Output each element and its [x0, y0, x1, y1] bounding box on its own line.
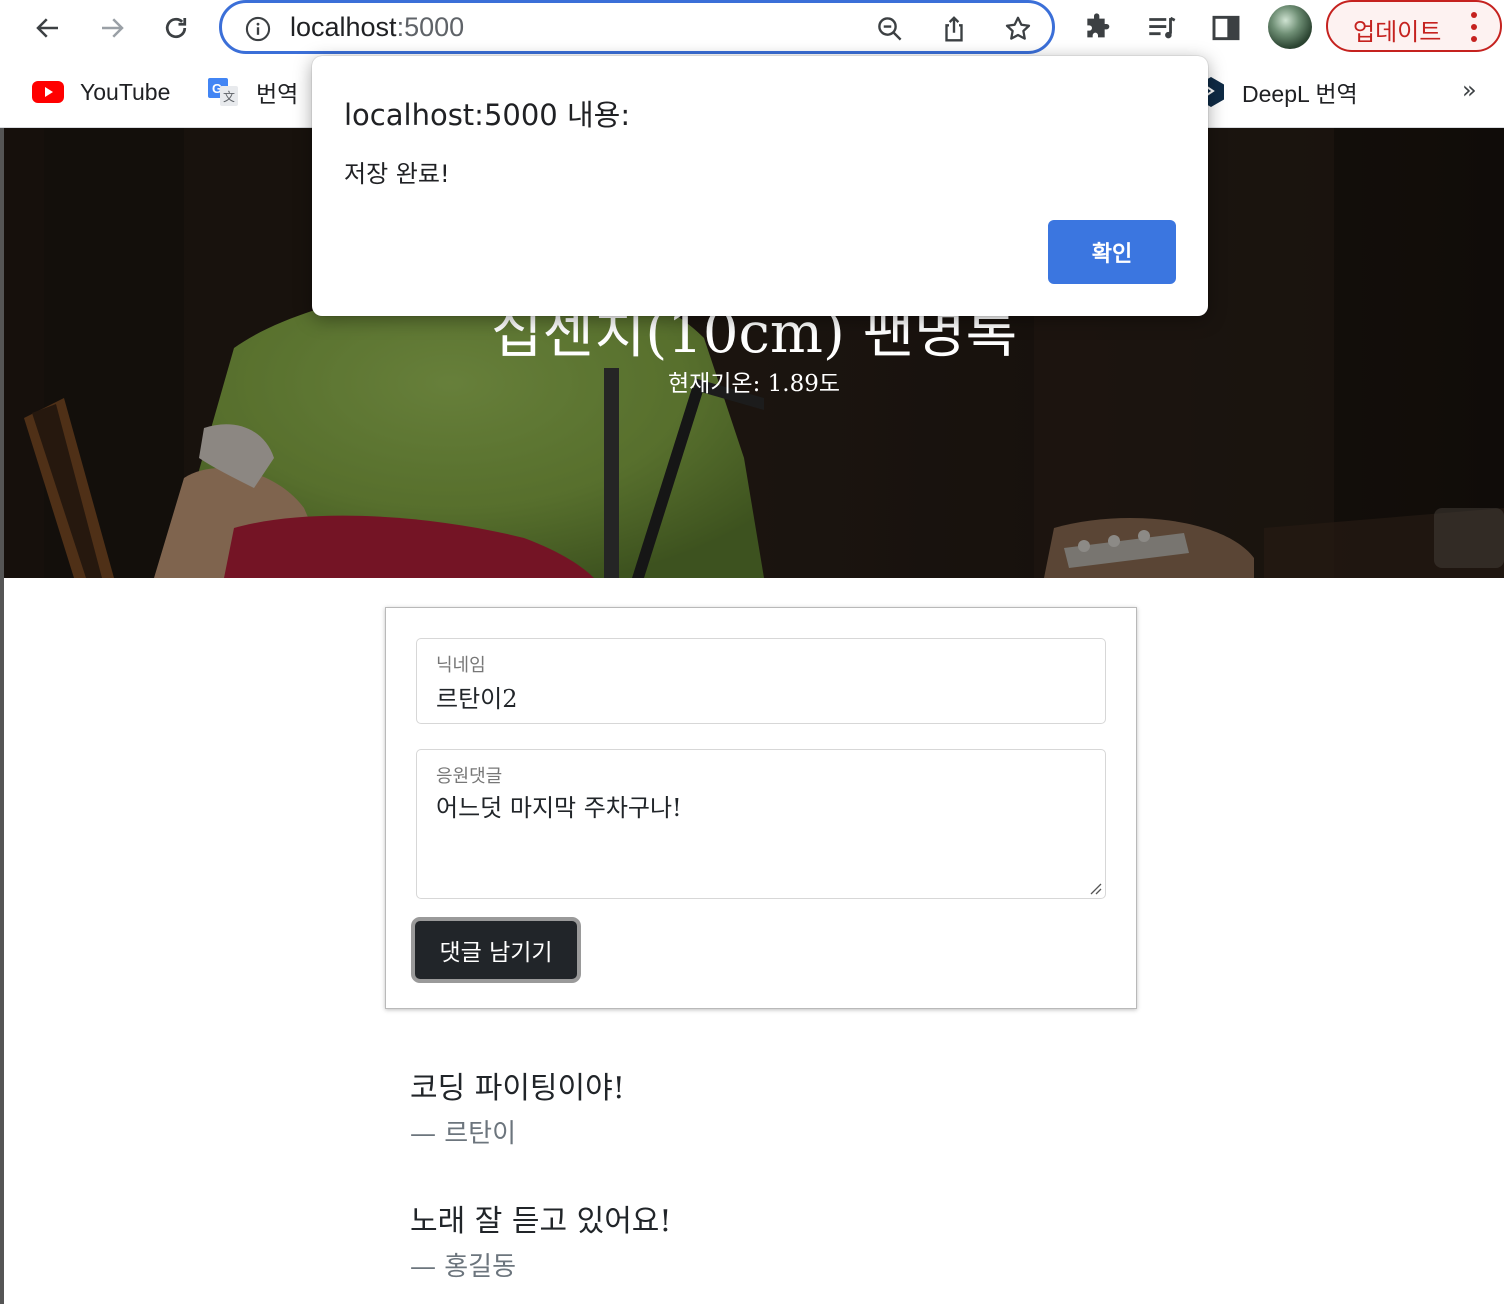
- forward-arrow-icon: [102, 18, 124, 38]
- address-bar[interactable]: localhost:5000: [219, 0, 1055, 54]
- reload-icon: [165, 17, 187, 39]
- dialog-message: 저장 완료!: [344, 160, 450, 188]
- menu-kebab-icon[interactable]: [1470, 12, 1478, 42]
- nickname-field[interactable]: 닉네임 르탄이2: [416, 638, 1106, 724]
- comment-item: 코딩 파이팅이야! — 르탄이: [410, 1063, 625, 1150]
- current-temperature: 현재기온: 1.89도: [667, 371, 841, 397]
- svg-text:文: 文: [223, 89, 235, 104]
- zoom-out-icon[interactable]: [872, 11, 908, 47]
- google-translate-icon: G文: [208, 76, 240, 108]
- comment-item: 노래 잘 듣고 있어요! — 홍길동: [410, 1196, 671, 1283]
- comment-label: 응원댓글: [436, 766, 503, 787]
- update-button[interactable]: 업데이트: [1326, 0, 1502, 52]
- resize-grip-icon[interactable]: [1088, 881, 1102, 895]
- bookmark-deepl[interactable]: DeepL 번역: [1196, 74, 1358, 110]
- site-info-icon[interactable]: [240, 11, 276, 47]
- side-panel-icon[interactable]: [1206, 8, 1246, 48]
- url-text[interactable]: localhost:5000: [290, 12, 464, 43]
- share-icon[interactable]: [936, 11, 972, 47]
- nickname-label: 닉네임: [436, 655, 486, 676]
- back-button[interactable]: [26, 6, 70, 50]
- comment-author: — 홍길동: [410, 1252, 517, 1282]
- comment-textarea-value[interactable]: 어느덧 마지막 주차구나!: [436, 788, 682, 823]
- dialog-ok-label: 확인: [1091, 242, 1133, 267]
- bookmarks-more-chevron[interactable]: »: [1462, 76, 1477, 104]
- submit-comment-label: 댓글 남기기: [439, 940, 553, 966]
- comment-text: 노래 잘 듣고 있어요!: [410, 1204, 672, 1239]
- back-arrow-icon: [36, 18, 58, 38]
- bookmark-star-icon[interactable]: [1000, 11, 1036, 47]
- extensions-puzzle-icon[interactable]: [1078, 8, 1118, 48]
- reload-button[interactable]: [154, 6, 198, 50]
- nickname-input-value[interactable]: 르탄이2: [436, 679, 518, 714]
- youtube-icon: [32, 80, 64, 104]
- comment-author: — 르탄이: [410, 1119, 517, 1149]
- dialog-title: localhost:5000 내용:: [344, 98, 631, 132]
- dialog-ok-button[interactable]: 확인: [1048, 220, 1176, 284]
- media-queue-icon[interactable]: [1142, 8, 1182, 48]
- bookmark-translate[interactable]: G文 번역: [208, 74, 298, 110]
- alert-dialog: localhost:5000 내용: 저장 완료! 확인: [312, 56, 1208, 316]
- bookmark-youtube[interactable]: YouTube: [32, 74, 170, 110]
- update-label: 업데이트: [1353, 18, 1442, 46]
- profile-avatar[interactable]: [1268, 5, 1312, 49]
- forward-button[interactable]: [90, 6, 134, 50]
- submit-comment-button[interactable]: 댓글 남기기: [411, 917, 581, 983]
- comment-text: 코딩 파이팅이야!: [410, 1071, 625, 1106]
- comment-field[interactable]: 응원댓글 어느덧 마지막 주차구나!: [416, 749, 1106, 899]
- browser-toolbar: localhost:5000 업데이트: [0, 0, 1504, 56]
- comment-form: 닉네임 르탄이2 응원댓글 어느덧 마지막 주차구나! 댓글 남기기: [385, 607, 1137, 1009]
